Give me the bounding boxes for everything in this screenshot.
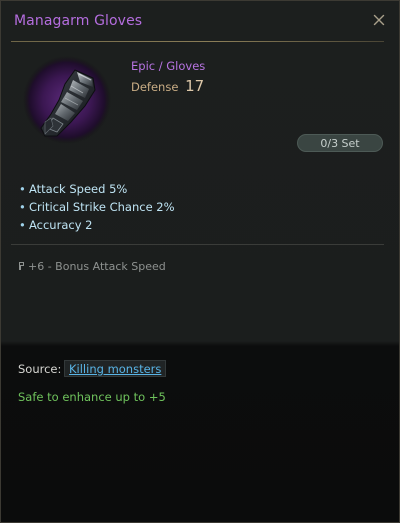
gloves-icon: [23, 56, 111, 144]
title-divider: [11, 41, 384, 42]
source-link[interactable]: Killing monsters: [64, 360, 167, 377]
enhance-bonus-icon: [19, 262, 24, 270]
item-title: Managarm Gloves: [14, 13, 143, 29]
enhance-bonus-text: +6 - Bonus Attack Speed: [28, 260, 166, 273]
item-rarity-type: Epic / Gloves: [131, 59, 206, 73]
stat-list: • Attack Speed 5% • Critical Strike Chance…: [19, 182, 175, 236]
bullet-icon: •: [19, 218, 26, 232]
item-tooltip: Managarm Gloves Epic / Gloves Defense 17…: [0, 0, 400, 523]
enhance-safe-note: Safe to enhance up to +5: [18, 390, 166, 404]
close-icon[interactable]: [371, 12, 387, 28]
bullet-icon: •: [19, 182, 26, 196]
source-label: Source:: [18, 362, 62, 376]
bullet-icon: •: [19, 200, 26, 214]
section-divider: [11, 244, 384, 245]
defense-value: 17: [185, 77, 205, 95]
defense-label: Defense: [131, 80, 179, 94]
stat-item: • Accuracy 2: [19, 218, 93, 232]
stat-item: • Critical Strike Chance 2%: [19, 200, 175, 214]
set-progress-badge[interactable]: 0/3 Set: [297, 134, 383, 152]
item-defense: Defense 17: [131, 77, 204, 95]
stat-item: • Attack Speed 5%: [19, 182, 128, 196]
enhance-bonus: +6 - Bonus Attack Speed: [18, 260, 166, 273]
